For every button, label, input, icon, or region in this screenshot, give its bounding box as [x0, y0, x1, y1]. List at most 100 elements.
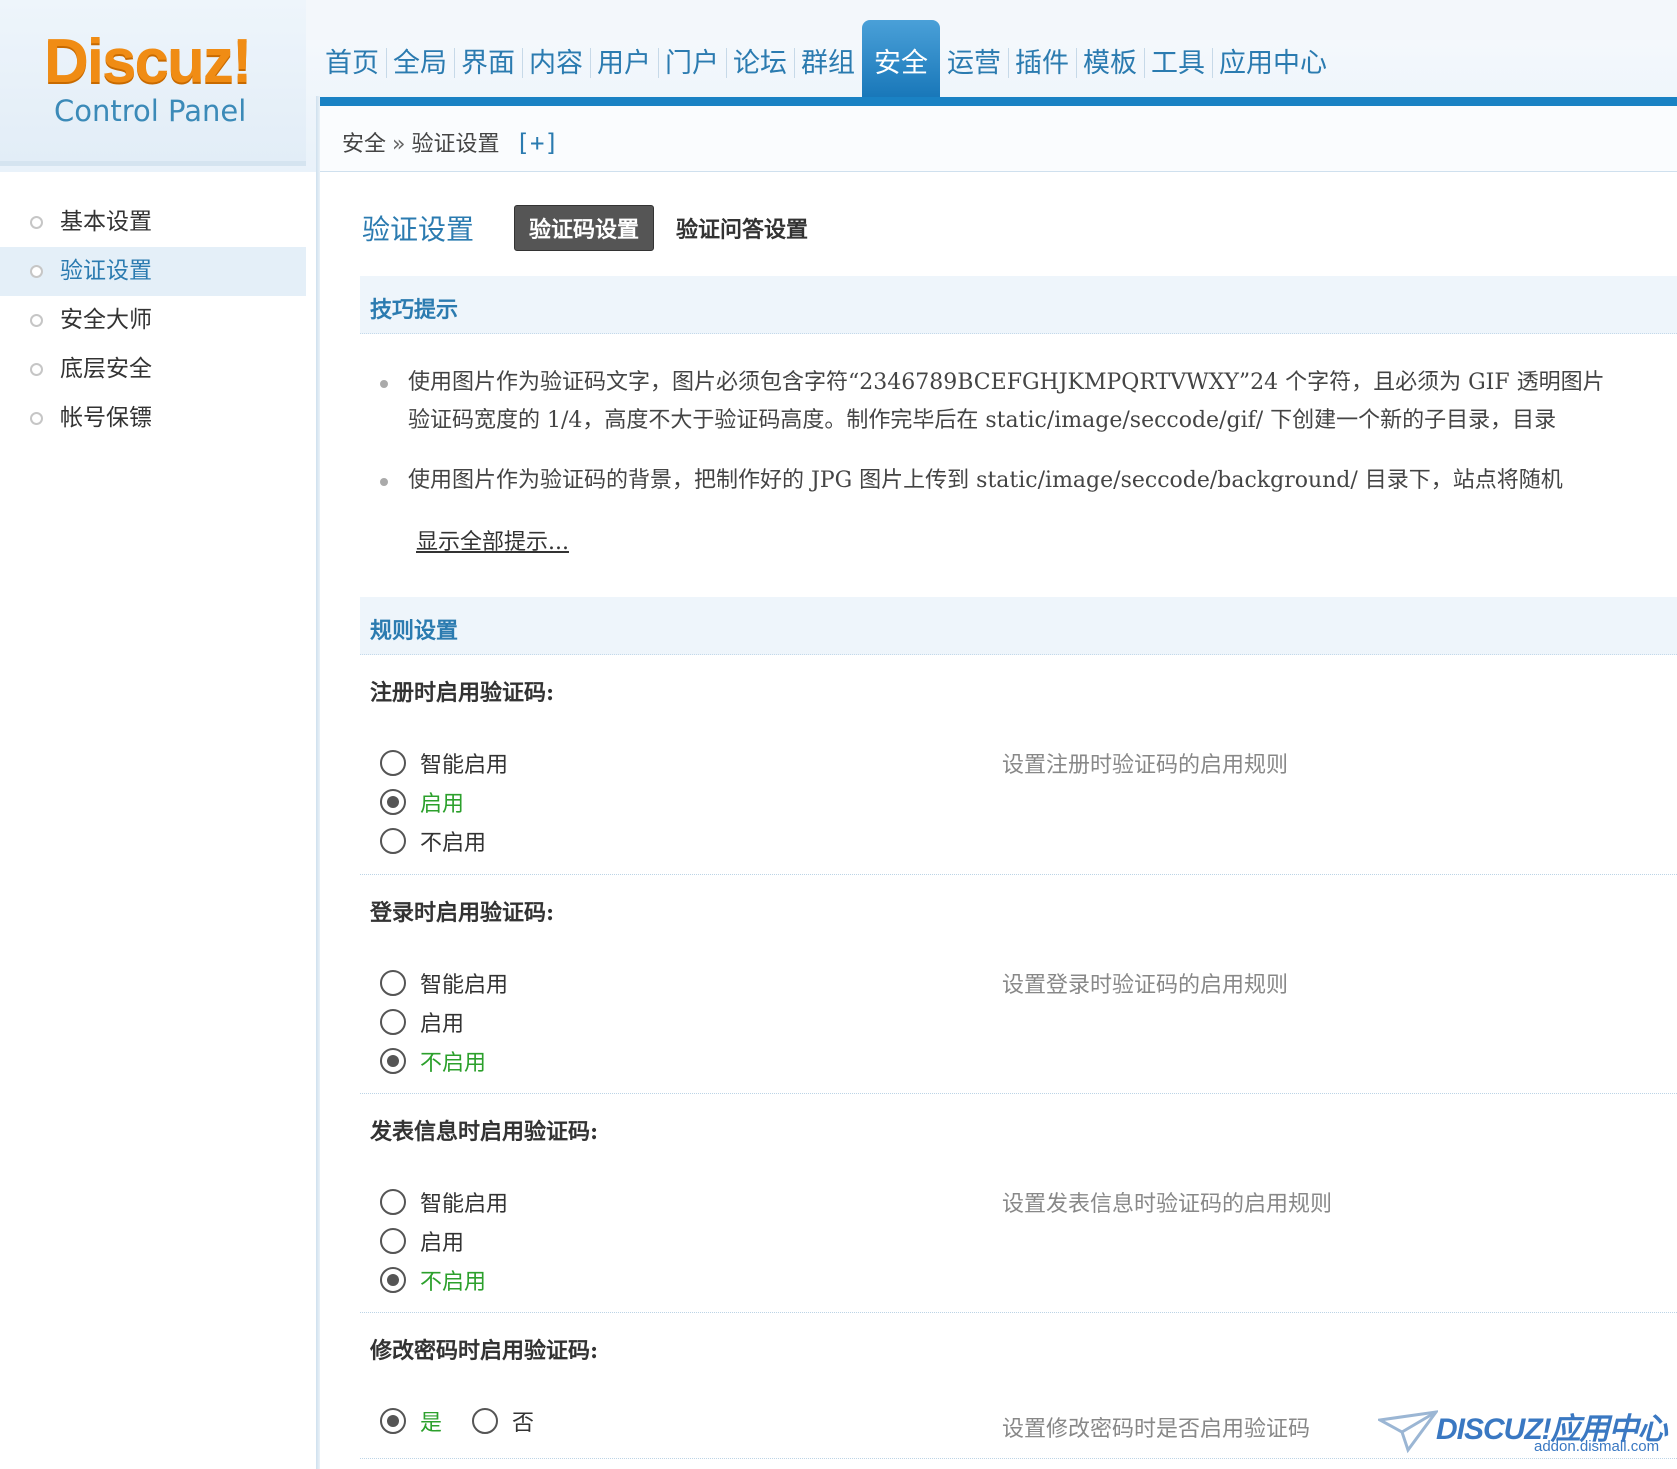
bullet-icon [30, 216, 43, 229]
header: Discuz! Control Panel 首页 全局 界面 内容 用户 门户 … [0, 0, 1677, 172]
main-content: 验证设置 验证码设置 验证问答设置 技巧提示 使用图片作为验证码文字，图片必须包… [320, 172, 1677, 1469]
nav-groups[interactable]: 群组 [794, 20, 862, 100]
breadcrumb-separator: » [392, 132, 406, 157]
radio-label: 不启用 [420, 1051, 487, 1076]
nav-interface[interactable]: 界面 [454, 20, 522, 100]
nav-tools[interactable]: 工具 [1144, 20, 1212, 100]
breadcrumb-parent[interactable]: 安全 [342, 132, 386, 157]
tips-list: 使用图片作为验证码文字，图片必须包含字符“2346789BCEFGHJKMPQR… [360, 364, 1677, 590]
radio-password-yes[interactable]: 是 [380, 1405, 442, 1437]
sidebar-item-label: 安全大师 [60, 307, 152, 333]
radio-checked-icon [380, 1408, 406, 1434]
radio-post-disable[interactable]: 不启用 [380, 1264, 486, 1296]
paper-plane-icon [1378, 1410, 1438, 1454]
radio-icon [380, 1228, 406, 1254]
password-radio-group: 是 否 [380, 1405, 564, 1437]
radio-post-enable[interactable]: 启用 [380, 1225, 464, 1257]
radio-label: 智能启用 [420, 973, 509, 998]
tab-qa-settings[interactable]: 验证问答设置 [662, 206, 822, 250]
sidebar-item-label: 底层安全 [60, 356, 152, 382]
radio-register-enable[interactable]: 启用 [380, 786, 464, 818]
sidebar-item-verification[interactable]: 验证设置 [0, 247, 306, 296]
rule-description: 设置修改密码时是否启用验证码 [1002, 1417, 1311, 1442]
radio-login-disable[interactable]: 不启用 [380, 1045, 486, 1077]
breadcrumb: 安全» 验证设置 [+] [342, 126, 559, 158]
breadcrumb-current: 验证设置 [411, 132, 500, 157]
rule-register: 注册时启用验证码: 智能启用 启用 不启用 设置注册时验证码的启用规则 [360, 655, 1677, 875]
bullet-icon [30, 412, 43, 425]
nav-plugins[interactable]: 插件 [1008, 20, 1076, 100]
sidebar-item-label: 验证设置 [60, 258, 152, 284]
tab-captcha-settings[interactable]: 验证码设置 [514, 205, 655, 251]
radio-label: 启用 [420, 1012, 465, 1037]
rule-label: 发表信息时启用验证码: [370, 1119, 599, 1145]
breadcrumb-bar: 安全» 验证设置 [+] [318, 106, 1677, 172]
logo-subtitle: Control Panel [54, 94, 247, 128]
tip-item: 使用图片作为验证码文字，图片必须包含字符“2346789BCEFGHJKMPQR… [360, 364, 1677, 440]
radio-checked-icon [380, 789, 406, 815]
radio-icon [380, 750, 406, 776]
bullet-icon [30, 314, 43, 327]
sidebar-item-label: 基本设置 [60, 209, 152, 235]
nav-templates[interactable]: 模板 [1076, 20, 1144, 100]
radio-icon [472, 1408, 499, 1434]
radio-login-enable[interactable]: 启用 [380, 1006, 464, 1038]
bullet-icon [380, 380, 388, 388]
rule-label: 注册时启用验证码: [370, 680, 555, 706]
rule-description: 设置发表信息时验证码的启用规则 [1002, 1192, 1333, 1217]
nav-users[interactable]: 用户 [590, 20, 658, 100]
sidebar: 基本设置 验证设置 安全大师 底层安全 帐号保镖 [0, 172, 306, 1469]
logo-text: Discuz! [44, 27, 252, 96]
rules-header: 规则设置 [360, 597, 1677, 655]
radio-label: 启用 [420, 792, 465, 817]
nav-content[interactable]: 内容 [522, 20, 590, 100]
top-nav: 首页 全局 界面 内容 用户 门户 论坛 群组 安全 运营 插件 模板 工具 应… [318, 20, 1334, 100]
rule-label: 登录时启用验证码: [370, 900, 555, 926]
radio-register-smart[interactable]: 智能启用 [380, 747, 508, 779]
nav-operations[interactable]: 运营 [940, 20, 1008, 100]
show-all-tips-link[interactable]: 显示全部提示... [416, 524, 569, 556]
rule-label: 修改密码时启用验证码: [370, 1338, 599, 1364]
sidebar-item-basic[interactable]: 基本设置 [0, 198, 306, 247]
radio-label: 智能启用 [420, 753, 509, 778]
radio-password-no[interactable]: 否 [472, 1405, 534, 1437]
rule-description: 设置登录时验证码的启用规则 [1002, 973, 1289, 998]
rule-description: 设置注册时验证码的启用规则 [1002, 753, 1289, 778]
tip-line: 使用图片作为验证码的背景，把制作好的 JPG 图片上传到 static/imag… [408, 468, 1563, 493]
tip-item: 使用图片作为验证码的背景，把制作好的 JPG 图片上传到 static/imag… [360, 462, 1677, 500]
radio-checked-icon [380, 1267, 406, 1293]
radio-label: 启用 [420, 1231, 465, 1256]
radio-checked-icon [380, 1048, 406, 1074]
add-shortcut-button[interactable]: [+] [516, 129, 559, 157]
nav-home[interactable]: 首页 [318, 20, 386, 100]
nav-global[interactable]: 全局 [386, 20, 454, 100]
radio-register-disable[interactable]: 不启用 [380, 825, 486, 857]
nav-app-center[interactable]: 应用中心 [1212, 20, 1334, 100]
page-title: 验证设置 [362, 213, 475, 246]
bullet-icon [380, 478, 388, 486]
rule-login: 登录时启用验证码: 智能启用 启用 不启用 设置登录时验证码的启用规则 [360, 875, 1677, 1094]
radio-label: 不启用 [420, 1270, 487, 1295]
radio-login-smart[interactable]: 智能启用 [380, 967, 508, 999]
radio-icon [380, 970, 406, 996]
watermark: DISCUZ!应用中心 addon.dismall.com [1378, 1400, 1668, 1460]
nav-security[interactable]: 安全 [862, 20, 940, 100]
sidebar-item-low-level-security[interactable]: 底层安全 [0, 345, 306, 394]
nav-forum[interactable]: 论坛 [726, 20, 794, 100]
radio-icon [380, 1009, 406, 1035]
radio-label: 不启用 [420, 831, 487, 856]
radio-post-smart[interactable]: 智能启用 [380, 1186, 508, 1218]
bullet-icon [30, 363, 43, 376]
tips-title: 技巧提示 [370, 297, 459, 323]
radio-label: 智能启用 [420, 1192, 509, 1217]
tip-line: 验证码宽度的 1/4，高度不大于验证码高度。制作完毕后在 static/imag… [408, 408, 1557, 433]
sidebar-item-account-guard[interactable]: 帐号保镖 [0, 394, 306, 443]
sidebar-item-security-master[interactable]: 安全大师 [0, 296, 306, 345]
sidebar-list: 基本设置 验证设置 安全大师 底层安全 帐号保镖 [0, 198, 306, 443]
page-header: 验证设置 验证码设置 验证问答设置 [362, 205, 822, 251]
logo[interactable]: Discuz! Control Panel [0, 0, 306, 166]
nav-portal[interactable]: 门户 [658, 20, 726, 100]
radio-label: 是 [420, 1411, 443, 1436]
bullet-icon [30, 265, 43, 278]
rules-title: 规则设置 [370, 618, 459, 644]
